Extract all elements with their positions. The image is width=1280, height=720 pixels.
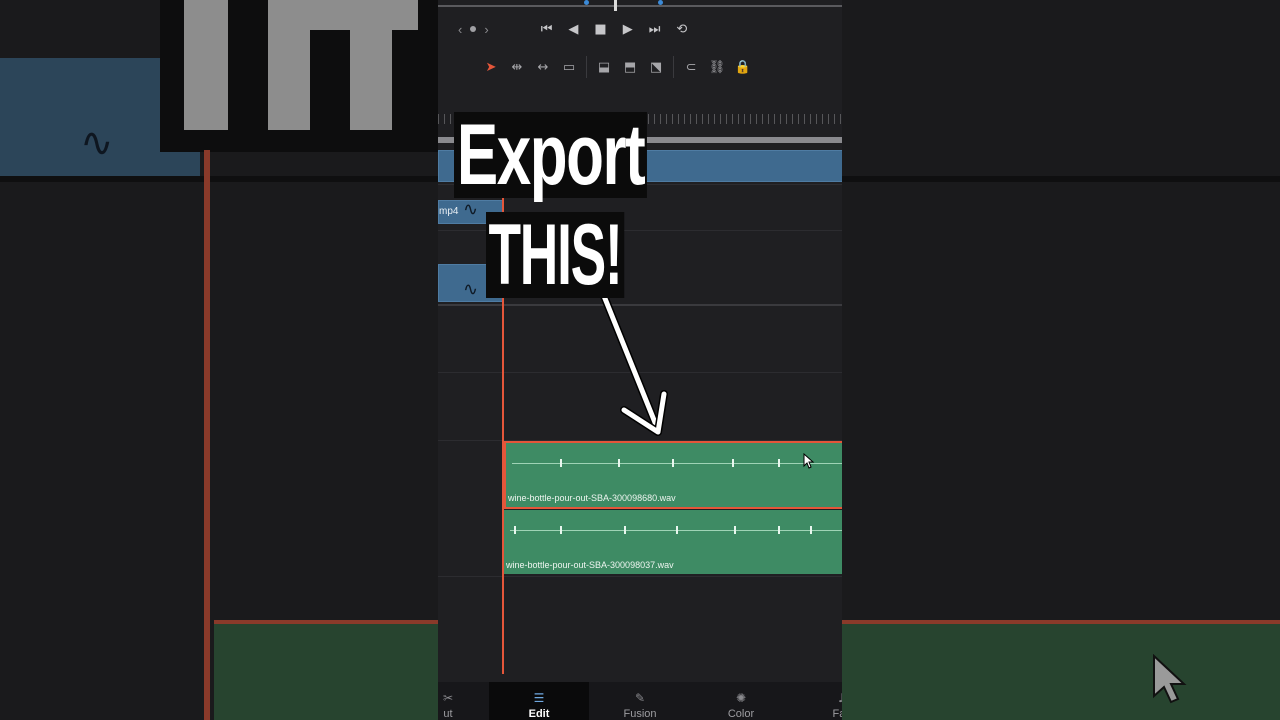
background-letter-stroke — [268, 0, 418, 30]
overlay-text: Export — [454, 112, 648, 198]
resolve-edit-panel: ‹ › ⏮ ◀ ■ ▶ ⏭ ⟲ ➤ ⇹ ↔ ▭ ⬓ ⬒ ⬔ ⊂ ⛓ 🔒 mp4 ∿ ∿ wine-bottl… — [438, 0, 842, 720]
background-audio-clip — [842, 620, 1280, 720]
background-playhead — [204, 150, 210, 720]
background-divider — [842, 176, 1280, 182]
background-letter-stroke — [350, 0, 392, 130]
overlay-headline-line2: THIS! — [486, 212, 624, 298]
overlay-headline-line1: Export — [454, 112, 648, 198]
background-right — [842, 0, 1280, 720]
background-divider — [0, 176, 438, 182]
background-text-block — [160, 0, 438, 152]
background-cursor-icon — [1153, 654, 1187, 704]
mouse-cursor-icon — [803, 453, 815, 469]
background-audio-clip — [214, 620, 438, 720]
overlay-text: THIS! — [486, 212, 624, 298]
background-wave-icon: ∿ — [80, 120, 114, 166]
background-letter-stroke — [184, 0, 228, 130]
